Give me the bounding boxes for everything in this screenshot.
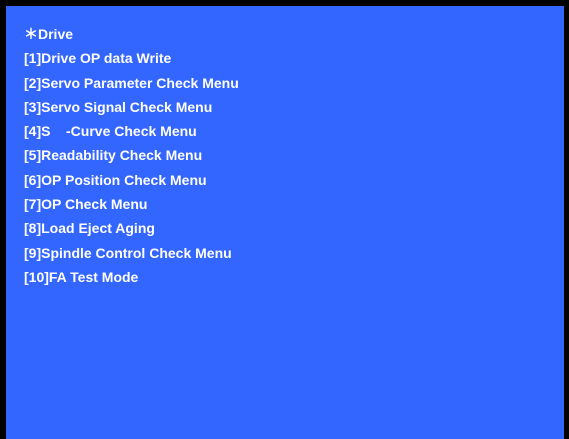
menu-item-op-position-check[interactable]: [6]OP Position Check Menu <box>24 172 239 188</box>
menu-item-op-check[interactable]: [7]OP Check Menu <box>24 196 239 212</box>
menu-item-servo-parameter-check[interactable]: [2]Servo Parameter Check Menu <box>24 75 239 91</box>
menu-title: ＊Drive <box>24 26 74 42</box>
menu-item-servo-signal-check[interactable]: [3]Servo Signal Check Menu <box>24 99 239 115</box>
menu-item-fa-test-mode[interactable]: [10]FA Test Mode <box>24 269 239 285</box>
menu-item-load-eject-aging[interactable]: [8]Load Eject Aging <box>24 220 239 236</box>
menu-item-drive-op-data-write[interactable]: [1]Drive OP data Write <box>24 50 239 66</box>
menu-item-s-curve-check[interactable]: [4]S -Curve Check Menu <box>24 123 239 139</box>
drive-menu-screen: ＊Drive [1]Drive OP data Write [2]Servo P… <box>0 0 569 439</box>
drive-menu: ＊Drive [1]Drive OP data Write [2]Servo P… <box>24 26 239 293</box>
menu-item-readability-check[interactable]: [5]Readability Check Menu <box>24 147 239 163</box>
menu-item-spindle-control-check[interactable]: [9]Spindle Control Check Menu <box>24 245 239 261</box>
